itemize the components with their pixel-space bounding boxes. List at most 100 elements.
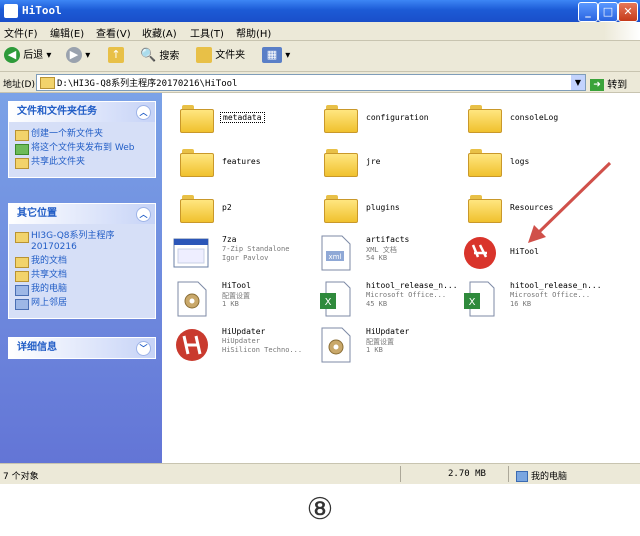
back-arrow-icon: ◀ — [4, 47, 20, 63]
folders-icon — [196, 47, 212, 63]
status-object-count: 7 个对象 — [3, 472, 39, 482]
place-label: HI3G-Q8系列主程序 20170216 — [31, 231, 115, 252]
folder-item-configuration[interactable]: configuration — [316, 99, 461, 143]
item-size: 16 KB — [510, 300, 532, 308]
item-type: Microsoft Office... — [366, 291, 447, 299]
back-button[interactable]: ◀ 后退 ▾ — [4, 47, 51, 65]
item-name: HiUpdater — [366, 327, 410, 336]
other-places-header[interactable]: 其它位置 ︿ — [9, 204, 155, 224]
menu-help[interactable]: 帮助(H) — [236, 25, 271, 40]
go-label: 转到 — [607, 80, 628, 91]
menu-view[interactable]: 查看(V) — [96, 25, 131, 40]
status-size: 2.70 MB — [448, 469, 486, 479]
place-parent-folder[interactable]: HI3G-Q8系列主程序 20170216 — [15, 231, 149, 253]
forward-arrow-icon: ▶ — [66, 47, 82, 63]
place-network[interactable]: 网上邻居 — [15, 298, 149, 310]
item-description: 7-Zip Standalone — [222, 245, 290, 253]
excel-file-icon: X — [464, 281, 495, 317]
menu-favorites[interactable]: 收藏(A) — [142, 25, 177, 40]
folder-item-jre[interactable]: jre — [316, 143, 461, 187]
title-bar[interactable]: HiTool _ □ ✕ — [0, 0, 640, 22]
task-new-folder[interactable]: 创建一个新文件夹 — [15, 129, 149, 141]
folder-item-features[interactable]: features — [172, 143, 317, 187]
item-size: 45 KB — [366, 300, 388, 308]
folder-item-consolelog[interactable]: consoleLog — [460, 99, 605, 143]
place-label: 我的文档 — [31, 256, 68, 266]
tasks-panel-header[interactable]: 文件和文件夹任务 ︿ — [9, 102, 155, 122]
file-item-artifacts[interactable]: xml artifacts XML 文档 54 KB — [316, 233, 461, 277]
folder-icon — [324, 105, 358, 133]
views-button[interactable]: ▦ ▾ — [262, 47, 290, 65]
task-share-folder[interactable]: 共享此文件夹 — [15, 157, 149, 169]
item-size: 54 KB — [366, 254, 388, 262]
go-arrow-icon: ➜ — [590, 79, 604, 91]
file-item-7za[interactable]: 7za 7-Zip Standalone Igor Pavlov — [172, 233, 317, 277]
menu-file[interactable]: 文件(F) — [4, 25, 38, 40]
item-company: Igor Pavlov — [222, 254, 269, 262]
folder-icon — [324, 149, 358, 177]
svg-text:xml: xml — [329, 253, 342, 261]
tasks-panel: 文件和文件夹任务 ︿ 创建一个新文件夹 将这个文件夹发布到 Web 共享此文件夹 — [8, 101, 156, 178]
address-input[interactable]: D:\HI3G-Q8系列主程序20170216\HiTool ▼ — [36, 74, 586, 91]
folder-icon — [180, 149, 214, 177]
task-publish-web[interactable]: 将这个文件夹发布到 Web — [15, 143, 149, 155]
maximize-button[interactable]: □ — [598, 2, 618, 22]
up-folder-button[interactable]: ↑ — [108, 47, 124, 65]
up-folder-icon: ↑ — [108, 47, 124, 63]
my-computer-icon — [15, 285, 29, 296]
item-name: HiTool — [510, 247, 539, 256]
item-name: HiTool — [222, 281, 251, 290]
file-item-hiupdater-exe[interactable]: HiUpdater HiUpdater HiSilicon Techno... — [172, 325, 317, 369]
settings-file-icon — [321, 327, 351, 363]
place-my-computer[interactable]: 我的电脑 — [15, 284, 149, 296]
place-shared-documents[interactable]: 共享文档 — [15, 270, 149, 282]
folders-button[interactable]: 文件夹 — [196, 47, 245, 65]
task-pane: 文件和文件夹任务 ︿ 创建一个新文件夹 将这个文件夹发布到 Web 共享此文件夹… — [0, 93, 162, 463]
tasks-panel-title: 文件和文件夹任务 — [17, 106, 97, 117]
toolbar: ◀ 后退 ▾ ▶ ▾ ↑ 🔍 搜索 文件夹 ▦ ▾ — [0, 41, 640, 72]
task-label: 将这个文件夹发布到 Web — [31, 143, 135, 153]
annotation-arrow — [528, 161, 612, 243]
status-location-label: 我的电脑 — [531, 472, 568, 482]
menu-tools[interactable]: 工具(T) — [190, 25, 224, 40]
place-label: 共享文档 — [31, 270, 68, 280]
address-bar: 地址(D) D:\HI3G-Q8系列主程序20170216\HiTool ▼ ➜… — [0, 72, 640, 93]
svg-text:X: X — [469, 297, 476, 308]
folder-item-p2[interactable]: p2 — [172, 189, 317, 233]
task-label: 创建一个新文件夹 — [31, 129, 104, 139]
network-icon — [15, 299, 29, 310]
search-button[interactable]: 🔍 搜索 — [140, 47, 179, 65]
item-size: 1 KB — [366, 346, 383, 354]
xml-document-icon: xml — [321, 235, 351, 271]
details-panel-header[interactable]: 详细信息 ﹀ — [9, 338, 155, 358]
item-name: hitool_release_n... — [366, 281, 458, 290]
excel-file-icon: X — [320, 281, 351, 317]
file-item-hiupdater-ini[interactable]: HiUpdater 配置设置 1 KB — [316, 325, 461, 369]
status-bar: 7 个对象 2.70 MB 我的电脑 — [0, 463, 640, 484]
minimize-button[interactable]: _ — [578, 2, 598, 22]
views-icon: ▦ — [262, 47, 282, 63]
file-item-release-notes-1[interactable]: X hitool_release_n... Microsoft Office..… — [316, 279, 461, 323]
close-button[interactable]: ✕ — [618, 2, 638, 22]
item-description: HiUpdater — [222, 337, 260, 345]
go-button[interactable]: ➜ 转到 — [590, 76, 627, 91]
status-divider — [400, 466, 401, 482]
place-my-documents[interactable]: 我的文档 — [15, 256, 149, 268]
item-name: jre — [366, 157, 381, 166]
chevron-down-icon: ▾ — [285, 50, 291, 61]
chevron-down-icon[interactable]: ▼ — [571, 75, 585, 90]
file-item-release-notes-2[interactable]: X hitool_release_n... Microsoft Office..… — [460, 279, 605, 323]
folder-item-plugins[interactable]: plugins — [316, 189, 461, 233]
item-name: consoleLog — [510, 113, 559, 122]
menu-bar: 文件(F) 编辑(E) 查看(V) 收藏(A) 工具(T) 帮助(H) — [0, 22, 640, 41]
collapse-icon[interactable]: ︿ — [136, 105, 151, 120]
item-name: p2 — [222, 203, 232, 212]
item-name: 7za — [222, 235, 237, 244]
expand-icon[interactable]: ﹀ — [136, 341, 151, 356]
item-type: Microsoft Office... — [510, 291, 591, 299]
menu-edit[interactable]: 编辑(E) — [50, 25, 84, 40]
forward-button[interactable]: ▶ ▾ — [66, 47, 90, 65]
collapse-icon[interactable]: ︿ — [136, 207, 151, 222]
folder-item-metadata[interactable]: metadata — [172, 99, 317, 143]
file-item-hitool-ini[interactable]: HiTool 配置设置 1 KB — [172, 279, 317, 323]
